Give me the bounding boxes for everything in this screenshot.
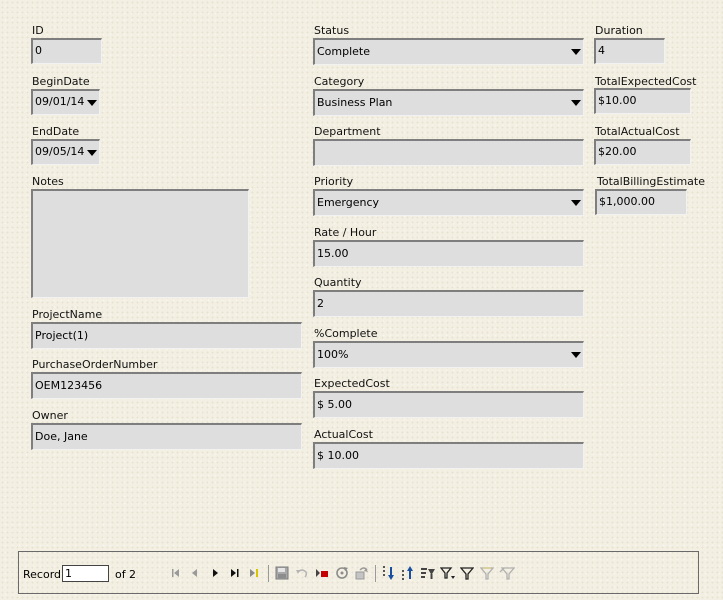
next-record-icon[interactable] <box>207 565 223 581</box>
begin-date-dropdown-button[interactable] <box>84 91 99 114</box>
new-record-icon[interactable] <box>246 565 262 581</box>
begin-date-label: BeginDate <box>32 75 90 88</box>
total-actual-cost-label: TotalActualCost <box>595 125 680 138</box>
autofilter-icon[interactable] <box>440 565 456 581</box>
status-select[interactable]: Complete <box>313 38 584 65</box>
owner-field[interactable]: Doe, Jane <box>31 423 302 450</box>
end-date-label: EndDate <box>32 125 80 138</box>
end-date-field[interactable]: 09/05/14 <box>31 139 100 165</box>
begin-date-field[interactable]: 09/01/14 <box>31 89 100 115</box>
first-record-icon[interactable] <box>168 565 184 581</box>
percent-complete-label: %Complete <box>314 327 378 340</box>
priority-label: Priority <box>314 175 354 188</box>
of-label: of <box>115 568 126 581</box>
rate-hour-label: Rate / Hour <box>314 226 377 239</box>
priority-select[interactable]: Emergency <box>313 189 584 216</box>
undo-icon[interactable] <box>294 565 310 581</box>
total-billing-estimate-field[interactable]: $1,000.00 <box>595 189 687 215</box>
record-number-input[interactable]: 1 <box>62 565 109 582</box>
record-navigation-bar: Record 1 of 2 <box>18 551 699 594</box>
end-date-dropdown-button[interactable] <box>84 141 99 164</box>
sort-descending-icon[interactable] <box>399 565 415 581</box>
toolbar-separator <box>268 565 269 582</box>
apply-filter-icon[interactable] <box>459 565 475 581</box>
status-label: Status <box>314 24 350 37</box>
quantity-label: Quantity <box>314 276 362 289</box>
percent-complete-value: 100% <box>317 348 349 361</box>
category-dropdown-button[interactable] <box>568 91 583 115</box>
refresh-control-icon[interactable] <box>354 565 370 581</box>
id-field[interactable]: 0 <box>31 38 102 64</box>
save-record-icon[interactable] <box>274 565 290 581</box>
sort-icon[interactable] <box>420 565 436 581</box>
form-based-filter-icon[interactable] <box>479 565 495 581</box>
priority-value: Emergency <box>317 196 380 209</box>
toolbar-separator <box>375 565 376 582</box>
refresh-icon[interactable] <box>334 565 350 581</box>
reset-filter-icon[interactable] <box>499 565 515 581</box>
priority-dropdown-button[interactable] <box>568 191 583 215</box>
rate-hour-field[interactable]: 15.00 <box>313 240 584 267</box>
chevron-down-icon <box>86 99 97 106</box>
record-label: Record <box>23 568 62 581</box>
quantity-field[interactable]: 2 <box>313 290 584 317</box>
chevron-down-icon <box>86 149 97 156</box>
actual-cost-label: ActualCost <box>314 428 373 441</box>
purchase-order-number-label: PurchaseOrderNumber <box>32 358 158 371</box>
purchase-order-number-field[interactable]: OEM123456 <box>31 372 302 399</box>
chevron-down-icon <box>570 49 581 55</box>
chevron-down-icon <box>570 200 581 206</box>
begin-date-value: 09/01/14 <box>35 95 85 108</box>
duration-label: Duration <box>595 24 643 37</box>
status-dropdown-button[interactable] <box>568 40 583 64</box>
expected-cost-field[interactable]: $ 5.00 <box>313 391 584 418</box>
total-expected-cost-label: TotalExpectedCost <box>595 75 697 88</box>
duration-field[interactable]: 4 <box>594 38 665 64</box>
actual-cost-field[interactable]: $ 10.00 <box>313 442 584 469</box>
total-expected-cost-field[interactable]: $10.00 <box>594 88 691 114</box>
total-actual-cost-field[interactable]: $20.00 <box>594 139 691 165</box>
delete-record-icon[interactable] <box>314 565 330 581</box>
chevron-down-icon <box>570 100 581 106</box>
chevron-down-icon <box>570 352 581 358</box>
previous-record-icon[interactable] <box>187 565 203 581</box>
percent-complete-dropdown-button[interactable] <box>568 343 583 367</box>
project-name-field[interactable]: Project(1) <box>31 322 302 349</box>
department-field[interactable] <box>313 139 584 166</box>
expected-cost-label: ExpectedCost <box>314 377 390 390</box>
total-billing-estimate-label: TotalBillingEstimate <box>597 175 706 188</box>
sort-ascending-icon[interactable] <box>380 565 396 581</box>
owner-label: Owner <box>32 409 68 422</box>
id-label: ID <box>32 24 44 37</box>
category-label: Category <box>314 75 365 88</box>
notes-textarea[interactable] <box>31 189 249 298</box>
end-date-value: 09/05/14 <box>35 145 85 158</box>
status-value: Complete <box>317 45 371 58</box>
last-record-icon[interactable] <box>227 565 243 581</box>
percent-complete-select[interactable]: 100% <box>313 341 584 368</box>
project-name-label: ProjectName <box>32 308 103 321</box>
category-value: Business Plan <box>317 96 393 109</box>
department-label: Department <box>314 125 381 138</box>
category-select[interactable]: Business Plan <box>313 89 584 116</box>
notes-label: Notes <box>32 175 64 188</box>
total-records: 2 <box>129 568 136 581</box>
